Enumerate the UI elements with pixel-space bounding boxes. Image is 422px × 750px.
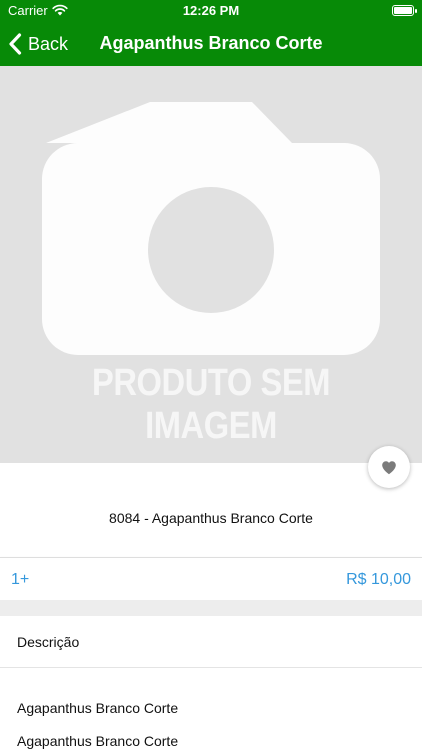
- back-label: Back: [28, 33, 69, 54]
- product-name: 8084 - Agapanthus Branco Corte: [109, 510, 313, 526]
- description-line: Agapanthus Branco Corte: [17, 733, 179, 749]
- camera-icon: [42, 102, 380, 355]
- divider: [0, 667, 422, 668]
- price-card[interactable]: 1+ R$ 10,00: [0, 557, 422, 600]
- no-image-label: PRODUTO SEM IMAGEM: [92, 362, 330, 447]
- description-title: Descrição: [17, 634, 80, 650]
- section-separator: [0, 600, 422, 616]
- favorite-button[interactable]: [368, 446, 410, 488]
- status-bar: Carrier 12:26 PM: [0, 0, 422, 22]
- page-title: Agapanthus Branco Corte: [99, 33, 323, 53]
- battery-icon: [392, 5, 417, 16]
- back-button[interactable]: Back: [8, 30, 68, 58]
- description-card: Descrição Agapanthus Branco Corte Agapan…: [0, 616, 422, 750]
- chevron-left-icon: [9, 33, 22, 55]
- quantity-label: 1+: [11, 571, 30, 588]
- navigation-bar: Back Agapanthus Branco Corte: [0, 22, 422, 66]
- status-time: 12:26 PM: [182, 3, 240, 18]
- app-header: Carrier 12:26 PM Back Agapanthus Branco …: [0, 0, 422, 66]
- heart-icon: [382, 460, 396, 474]
- product-image-placeholder: PRODUTO SEM IMAGEM: [0, 66, 422, 463]
- price-label: R$ 10,00: [346, 571, 411, 588]
- battery-fill: [394, 7, 412, 14]
- description-line: Agapanthus Branco Corte: [17, 700, 179, 716]
